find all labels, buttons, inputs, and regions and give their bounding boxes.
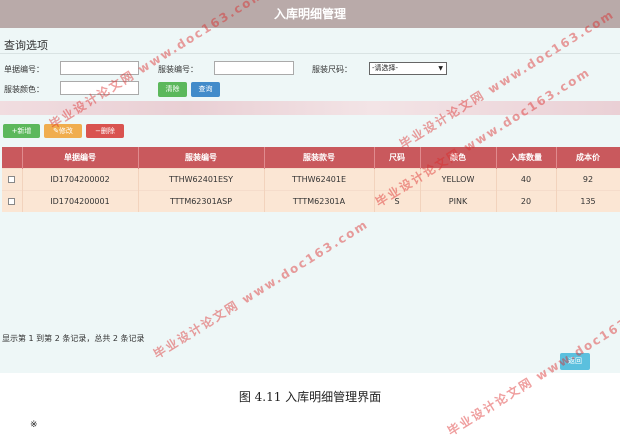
table-row[interactable]: ID1704200001 TTTM62301ASP TTTM62301A S P… [2,190,620,212]
color-input[interactable] [60,81,139,95]
cell-style-no: TTTM62301A [264,190,375,212]
doc-no-label: 单据编号： [4,65,44,74]
header-color: 颜色 [420,147,497,169]
row-checkbox[interactable] [8,198,16,205]
header-checkbox [2,147,23,169]
search-button[interactable]: 查询 [191,82,220,97]
cell-quantity: 40 [496,168,557,191]
delete-button[interactable]: −删除 [86,124,124,138]
cell-doc-no: ID1704200001 [22,190,139,212]
chevron-down-icon: ▼ [438,65,443,72]
section-divider [0,53,620,54]
query-section-title: 查询选项 [4,39,48,52]
app-window: 入库明细管理 查询选项 单据编号： 服装编号： 服装尺码： -请选择- ▼ 服装… [0,0,620,373]
table-row[interactable]: ID1704200002 TTHW62401ESY TTHW62401E YEL… [2,168,620,191]
header-style-no: 服装款号 [264,147,375,169]
cell-quantity: 20 [496,190,557,212]
pagination-info: 显示第 1 到第 2 条记录，总共 2 条记录 [2,334,145,343]
cell-color: YELLOW [420,168,497,191]
inventory-table: 单据编号 服装编号 服装款号 尺码 颜色 入库数量 成本价 ID17042000… [2,147,620,212]
cell-cost: 92 [556,168,620,191]
cell-doc-no: ID1704200002 [22,168,139,191]
header-size: 尺码 [374,147,421,169]
cell-clothing-no: TTHW62401ESY [138,168,265,191]
decorative-band [0,101,620,115]
size-select[interactable]: -请选择- ▼ [369,62,447,75]
cell-size: S [374,190,421,212]
size-select-value: -请选择- [372,64,399,72]
back-button[interactable]: 返回 [560,353,590,370]
clothing-no-input[interactable] [214,61,294,75]
cell-size [374,168,421,191]
watermark: 毕业设计论文网 www.doc163.com [151,216,372,362]
cell-style-no: TTHW62401E [264,168,375,191]
header-cost: 成本价 [556,147,620,169]
table-header-row: 单据编号 服装编号 服装款号 尺码 颜色 入库数量 成本价 [2,147,620,169]
header-clothing-no: 服装编号 [138,147,265,169]
header-quantity: 入库数量 [496,147,557,169]
cell-color: PINK [420,190,497,212]
color-label: 服装颜色： [4,85,44,94]
cell-cost: 135 [556,190,620,212]
edit-button[interactable]: ✎修改 [44,124,82,138]
header-doc-no: 单据编号 [22,147,139,169]
clear-button[interactable]: 清除 [158,82,187,97]
doc-no-input[interactable] [60,61,139,75]
stray-mark: ※ [30,420,38,430]
figure-caption: 图 4.11 入库明细管理界面 [238,390,382,404]
window-title: 入库明细管理 [0,0,620,28]
size-label: 服装尺码： [312,65,352,74]
row-checkbox[interactable] [8,176,16,183]
clothing-no-label: 服装编号： [158,65,198,74]
add-button[interactable]: +新增 [3,124,40,138]
cell-clothing-no: TTTM62301ASP [138,190,265,212]
